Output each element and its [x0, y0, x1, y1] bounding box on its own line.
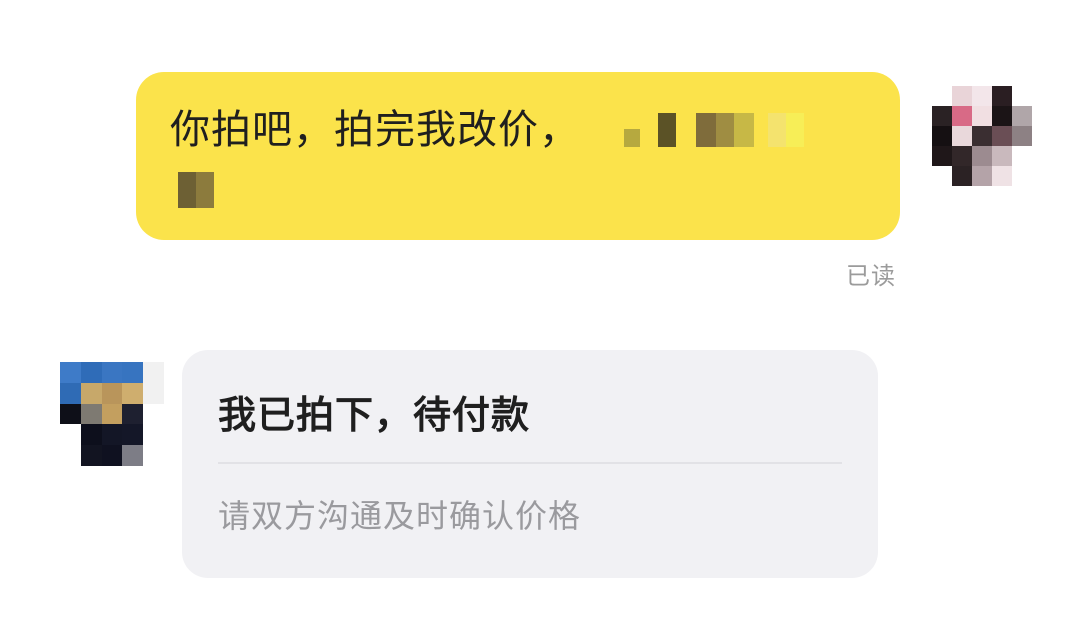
outgoing-message-text: 你拍吧，拍完我改价， — [170, 107, 580, 153]
outgoing-message-bubble[interactable]: 你拍吧，拍完我改价， — [136, 72, 900, 240]
order-status-title: 我已拍下，待付款 — [218, 393, 531, 437]
pixelated-emoji-block — [602, 113, 804, 147]
pixelated-emoji-block-2 — [178, 172, 866, 208]
incoming-order-card[interactable]: 我已拍下，待付款 请双方沟通及时确认价格 — [182, 350, 878, 578]
avatar-self[interactable] — [932, 86, 1052, 186]
outgoing-message-line-1: 你拍吧，拍完我改价， — [170, 102, 866, 158]
card-divider — [218, 462, 842, 464]
order-status-subtitle: 请双方沟通及时确认价格 — [218, 497, 582, 535]
avatar-other[interactable] — [60, 362, 164, 466]
chat-view: 你拍吧，拍完我改价， 已读 我已拍下，待付款 请双方沟通及时确认价格 — [0, 0, 1080, 622]
read-receipt: 已读 — [846, 262, 896, 290]
